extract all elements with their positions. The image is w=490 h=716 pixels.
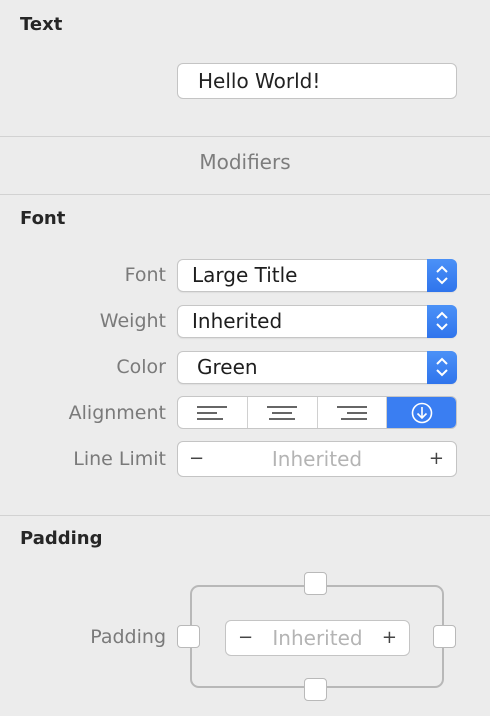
font-popup-value: Large Title [192,263,298,287]
text-section-title: Text [20,14,63,35]
padding-section-title: Padding [20,528,103,549]
color-popup-value: Green [197,355,258,379]
align-left-icon [197,405,228,420]
text-content-field[interactable]: Hello World! [177,63,457,99]
popup-chevrons-icon [427,305,457,338]
alignment-segmented-control[interactable] [177,396,457,429]
padding-bottom-checkbox[interactable] [304,678,327,701]
padding-leading-checkbox[interactable] [177,625,200,648]
padding-stepper[interactable]: − Inherited + [225,620,410,656]
popup-chevrons-icon [427,351,457,384]
font-section-title: Font [20,208,66,229]
align-leading-segment[interactable] [178,397,248,428]
align-right-icon [336,405,367,420]
align-center-icon [267,405,298,420]
divider [0,136,490,137]
padding-label: Padding [90,626,166,648]
padding-increment-button[interactable]: + [382,621,397,655]
line-limit-input[interactable]: Inherited [178,442,456,476]
color-popup[interactable]: Green [177,351,457,384]
padding-top-checkbox[interactable] [304,572,327,595]
popup-chevrons-icon [427,259,457,292]
font-popup[interactable]: Large Title [177,259,457,292]
align-inherited-segment[interactable] [387,397,456,428]
divider [0,515,490,516]
alignment-label: Alignment [68,402,166,424]
line-limit-label: Line Limit [73,448,166,470]
align-trailing-segment[interactable] [318,397,388,428]
align-center-segment[interactable] [248,397,318,428]
padding-trailing-checkbox[interactable] [433,625,456,648]
weight-label: Weight [99,310,166,332]
weight-popup[interactable]: Inherited [177,305,457,338]
divider [0,194,490,195]
weight-popup-value: Inherited [192,309,283,333]
modifiers-header: Modifiers [199,150,291,174]
circle-arrow-down-icon [411,402,432,423]
line-limit-stepper[interactable]: − Inherited + [177,441,457,477]
color-label: Color [116,356,166,378]
font-label: Font [124,264,166,286]
line-limit-increment-button[interactable]: + [429,442,444,476]
